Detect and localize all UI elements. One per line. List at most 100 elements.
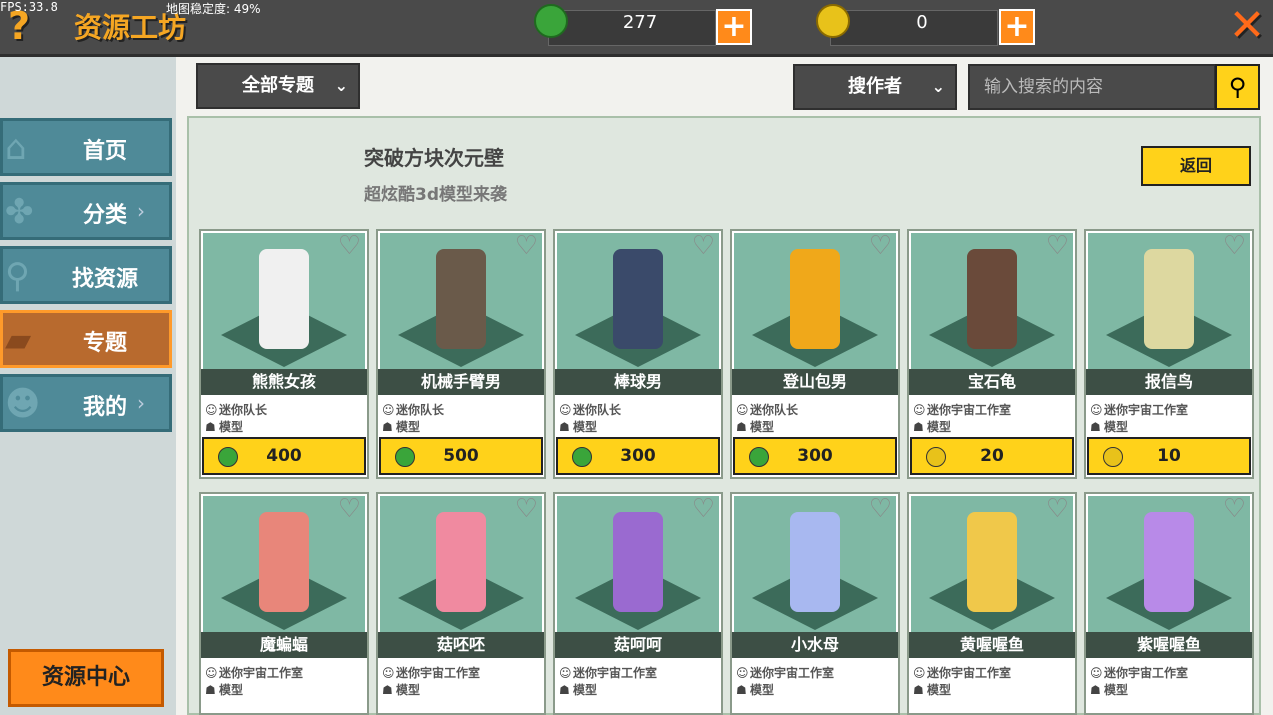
model-figure — [436, 512, 486, 612]
price-button[interactable]: 400 — [202, 437, 366, 475]
resource-card[interactable]: ♡ 菇呵呵 ☺迷你宇宙工作室 ☗ 模型 — [553, 492, 723, 715]
author-line: ☺迷你宇宙工作室 — [559, 664, 657, 681]
add-coin-button[interactable]: + — [999, 9, 1035, 45]
heart-icon[interactable]: ♡ — [869, 233, 892, 259]
add-gem-button[interactable]: + — [716, 9, 752, 45]
type-line: ☗ 模型 — [913, 681, 951, 698]
author-icon: ☺ — [559, 403, 572, 417]
resource-card[interactable]: ♡ 小水母 ☺迷你宇宙工作室 ☗ 模型 — [730, 492, 900, 715]
resource-card[interactable]: ♡ 魔蝙蝠 ☺迷你宇宙工作室 ☗ 模型 — [199, 492, 369, 715]
model-icon: ☗ — [913, 420, 924, 434]
type-line: ☗ 模型 — [382, 681, 420, 698]
gold-coin-icon — [816, 4, 850, 38]
heart-icon[interactable]: ♡ — [869, 496, 892, 522]
search-type-dropdown[interactable]: 搜作者 ⌄ — [793, 64, 957, 110]
back-button[interactable]: 返回 — [1141, 146, 1251, 186]
resource-card[interactable]: ♡ 棒球男 ☺迷你队长 ☗ 模型 300 — [553, 229, 723, 479]
heart-icon[interactable]: ♡ — [692, 496, 715, 522]
author-line: ☺迷你宇宙工作室 — [205, 664, 303, 681]
author-icon: ☺ — [736, 403, 749, 417]
category-icon: ✤ — [5, 192, 34, 232]
model-figure — [436, 249, 486, 349]
price-button[interactable]: 300 — [556, 437, 720, 475]
heart-icon[interactable]: ♡ — [1223, 233, 1246, 259]
type-line: ☗ 模型 — [736, 418, 774, 435]
sidebar-item-find-resource[interactable]: ⚲ 找资源 — [0, 246, 172, 304]
author-icon: ☺ — [1090, 403, 1103, 417]
type-line: ☗ 模型 — [559, 418, 597, 435]
sidebar-item-label: 找资源 — [71, 267, 138, 292]
type-line: ☗ 模型 — [736, 681, 774, 698]
price-button[interactable]: 20 — [910, 437, 1074, 475]
type-line: ☗ 模型 — [382, 418, 420, 435]
sidebar-item-category[interactable]: ✤ 分类 › — [0, 182, 172, 240]
resource-card[interactable]: ♡ 黄喔喔鱼 ☺迷你宇宙工作室 ☗ 模型 — [907, 492, 1077, 715]
resource-card[interactable]: ♡ 熊熊女孩 ☺迷你队长 ☗ 模型 400 — [199, 229, 369, 479]
heart-icon[interactable]: ♡ — [338, 496, 361, 522]
resource-card[interactable]: ♡ 机械手臂男 ☺迷你队长 ☗ 模型 500 — [376, 229, 546, 479]
author-icon: ☺ — [205, 666, 218, 680]
model-figure — [613, 249, 663, 349]
type-line: ☗ 模型 — [205, 418, 243, 435]
price-value: 10 — [1157, 446, 1181, 466]
resource-type: 模型 — [573, 683, 598, 697]
heart-icon[interactable]: ♡ — [515, 496, 538, 522]
search-input[interactable]: 输入搜索的内容 — [968, 64, 1216, 110]
resource-name: 魔蝙蝠 — [201, 632, 367, 658]
resource-type: 模型 — [927, 683, 952, 697]
sidebar-item-home[interactable]: ⌂ 首页 — [0, 118, 172, 176]
model-figure — [967, 249, 1017, 349]
author-line: ☺迷你宇宙工作室 — [913, 401, 1011, 418]
sidebar-item-topic[interactable]: ▰ 专题 — [0, 310, 172, 368]
heart-icon[interactable]: ♡ — [1046, 496, 1069, 522]
resource-card[interactable]: ♡ 报信鸟 ☺迷你宇宙工作室 ☗ 模型 10 — [1084, 229, 1254, 479]
author-icon: ☺ — [559, 666, 572, 680]
close-icon[interactable]: ✕ — [1227, 4, 1267, 48]
sidebar-item-mine[interactable]: ☻ 我的 › — [0, 374, 172, 432]
model-figure — [613, 512, 663, 612]
gem-count: 277 — [622, 12, 658, 33]
price-button[interactable]: 300 — [733, 437, 897, 475]
author-name: 迷你队长 — [750, 403, 799, 417]
resource-name: 菇呸呸 — [378, 632, 544, 658]
heart-icon[interactable]: ♡ — [338, 233, 361, 259]
resource-card[interactable]: ♡ 紫喔喔鱼 ☺迷你宇宙工作室 ☗ 模型 — [1084, 492, 1254, 715]
chevron-down-icon: ⌄ — [334, 76, 348, 95]
resource-card[interactable]: ♡ 宝石龟 ☺迷你宇宙工作室 ☗ 模型 20 — [907, 229, 1077, 479]
model-figure — [790, 512, 840, 612]
resource-center-button[interactable]: 资源中心 — [8, 649, 164, 707]
author-line: ☺迷你宇宙工作室 — [1090, 401, 1188, 418]
price-value: 400 — [266, 446, 302, 466]
model-icon: ☗ — [382, 683, 393, 697]
chevron-right-icon: › — [137, 391, 145, 415]
resource-name: 登山包男 — [732, 369, 898, 395]
resource-type: 模型 — [1104, 420, 1129, 434]
type-line: ☗ 模型 — [559, 681, 597, 698]
type-line: ☗ 模型 — [205, 681, 243, 698]
heart-icon[interactable]: ♡ — [515, 233, 538, 259]
resource-card[interactable]: ♡ 登山包男 ☺迷你队长 ☗ 模型 300 — [730, 229, 900, 479]
search-button[interactable]: ⚲ — [1215, 64, 1260, 110]
model-icon: ☗ — [1090, 420, 1101, 434]
top-bar: ? 资源工坊 FPS:33.8 地图稳定度: 49% 277 + 0 + ✕ — [0, 0, 1273, 57]
resource-type: 模型 — [219, 420, 244, 434]
topic-dropdown[interactable]: 全部专题 ⌄ — [196, 63, 360, 109]
price-button[interactable]: 500 — [379, 437, 543, 475]
author-name: 迷你宇宙工作室 — [573, 666, 658, 680]
heart-icon[interactable]: ♡ — [1223, 496, 1246, 522]
author-line: ☺迷你宇宙工作室 — [382, 664, 480, 681]
type-line: ☗ 模型 — [1090, 681, 1128, 698]
price-value: 500 — [443, 446, 479, 466]
author-line: ☺迷你宇宙工作室 — [1090, 664, 1188, 681]
price-button[interactable]: 10 — [1087, 437, 1251, 475]
heart-icon[interactable]: ♡ — [1046, 233, 1069, 259]
resource-name: 小水母 — [732, 632, 898, 658]
model-figure — [259, 249, 309, 349]
resource-card[interactable]: ♡ 菇呸呸 ☺迷你宇宙工作室 ☗ 模型 — [376, 492, 546, 715]
sidebar-item-label: 首页 — [82, 139, 127, 164]
author-name: 迷你宇宙工作室 — [927, 666, 1012, 680]
heart-icon[interactable]: ♡ — [692, 233, 715, 259]
author-icon: ☺ — [1090, 666, 1103, 680]
search-icon: ⚲ — [5, 256, 30, 296]
green-gem-icon — [534, 4, 568, 38]
